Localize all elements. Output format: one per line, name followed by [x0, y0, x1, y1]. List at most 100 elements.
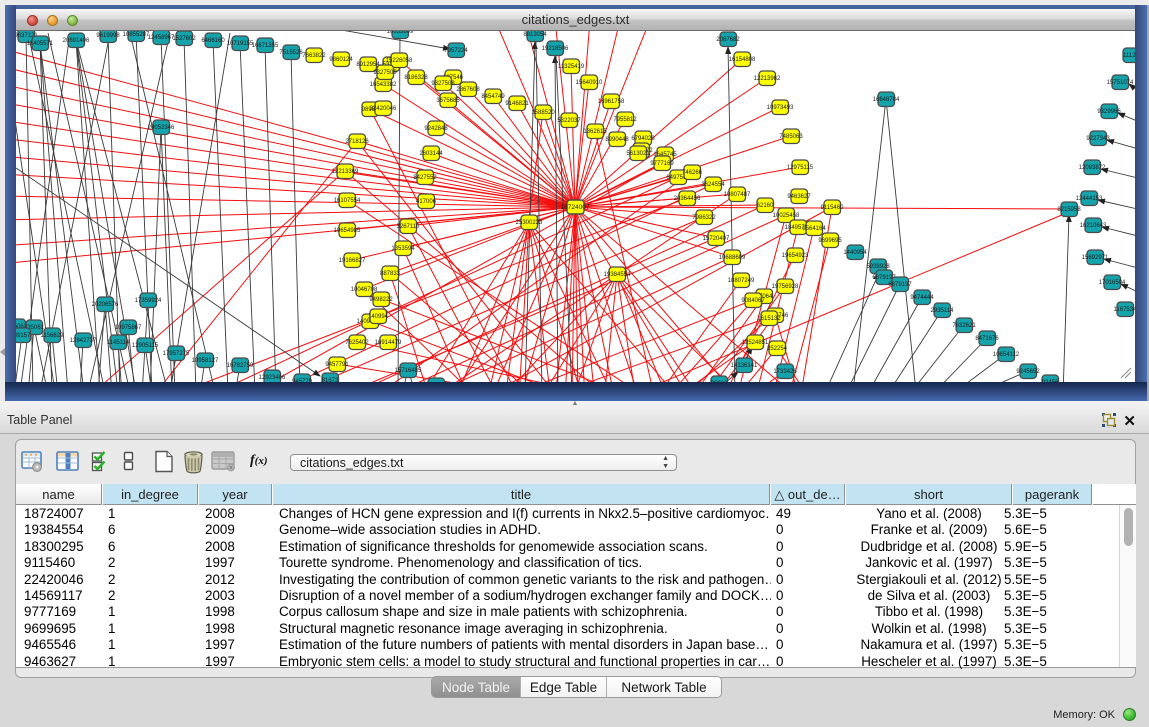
svg-text:1440954: 1440954 — [843, 250, 867, 256]
svg-text:746266: 746266 — [682, 170, 703, 176]
svg-text:140994: 140994 — [368, 314, 389, 320]
svg-text:1588520: 1588520 — [531, 110, 555, 116]
svg-text:12444153: 12444153 — [1076, 196, 1103, 202]
svg-text:12458967: 12458967 — [148, 35, 175, 41]
svg-text:15640910: 15640910 — [576, 80, 603, 86]
svg-text:9474444: 9474444 — [910, 295, 934, 301]
svg-text:1156829: 1156829 — [41, 333, 65, 339]
svg-text:6794028: 6794028 — [631, 136, 655, 142]
svg-text:8471676: 8471676 — [975, 336, 999, 342]
svg-text:2087682: 2087682 — [716, 37, 740, 43]
svg-text:16914479: 16914479 — [375, 340, 402, 346]
svg-text:15226058: 15226058 — [386, 58, 413, 64]
svg-text:16210643: 16210643 — [1080, 223, 1107, 229]
svg-text:1527602: 1527602 — [172, 36, 196, 42]
svg-text:19654923: 19654923 — [782, 253, 809, 259]
svg-text:2867608: 2867608 — [456, 87, 480, 93]
svg-text:9860124: 9860124 — [329, 57, 353, 63]
svg-text:13524851: 13524851 — [742, 340, 769, 346]
svg-text:16648784: 16648784 — [873, 97, 900, 103]
svg-text:17359924: 17359924 — [135, 298, 162, 304]
svg-text:887833: 887833 — [380, 271, 401, 277]
svg-text:7955812: 7955812 — [613, 117, 637, 123]
svg-text:9329966: 9329966 — [1097, 109, 1121, 115]
svg-text:10033809: 10033809 — [387, 31, 414, 35]
svg-text:7986322: 7986322 — [692, 215, 716, 221]
svg-text:1167534: 1167534 — [1114, 307, 1135, 313]
svg-text:8427552: 8427552 — [413, 175, 437, 181]
svg-text:10973493: 10973493 — [767, 105, 794, 111]
svg-text:417006: 417006 — [416, 199, 437, 205]
svg-text:96062: 96062 — [711, 381, 728, 382]
svg-text:2718126: 2718126 — [345, 139, 369, 145]
svg-text:5613021: 5613021 — [626, 151, 650, 157]
svg-text:9463627: 9463627 — [787, 194, 811, 200]
svg-text:10688609: 10688609 — [719, 255, 746, 261]
svg-text:20206576: 20206576 — [92, 302, 119, 308]
svg-text:10046708: 10046708 — [351, 287, 378, 293]
svg-text:14136141: 14136141 — [731, 363, 758, 369]
svg-text:10958127: 10958127 — [192, 358, 219, 364]
svg-text:20364456: 20364456 — [674, 196, 701, 202]
svg-text:9457791: 9457791 — [325, 362, 349, 368]
svg-text:16961758: 16961758 — [598, 99, 625, 105]
svg-text:15751074: 15751074 — [1107, 80, 1134, 86]
svg-text:20691406: 20691406 — [63, 38, 90, 44]
svg-text:92456: 92456 — [1042, 380, 1059, 382]
svg-text:19166827: 19166827 — [339, 258, 366, 264]
svg-text:16782759: 16782759 — [227, 363, 254, 369]
svg-text:8990448: 8990448 — [605, 137, 629, 143]
svg-text:16154808: 16154808 — [729, 57, 756, 63]
svg-text:8215958: 8215958 — [1057, 207, 1081, 213]
svg-text:25300233: 25300233 — [516, 220, 543, 226]
svg-text:1362615: 1362615 — [583, 129, 607, 135]
svg-text:17957275: 17957275 — [163, 351, 190, 357]
svg-text:9227343: 9227343 — [1086, 136, 1110, 142]
svg-text:12213369: 12213369 — [332, 169, 359, 175]
svg-text:1733426: 1733426 — [773, 369, 797, 375]
svg-text:10855287: 10855287 — [123, 32, 150, 38]
svg-text:1353594: 1353594 — [391, 246, 415, 252]
svg-text:16671355: 16671355 — [252, 43, 279, 49]
svg-text:9699695: 9699695 — [818, 238, 842, 244]
svg-text:5322037: 5322037 — [557, 118, 581, 124]
svg-text:10654112: 10654112 — [993, 352, 1020, 358]
svg-text:1615132: 1615132 — [757, 316, 781, 322]
svg-text:20053346: 20053346 — [148, 125, 175, 131]
svg-text:3267110: 3267110 — [397, 224, 421, 230]
svg-text:3675685: 3675685 — [436, 98, 460, 104]
svg-text:81673: 81673 — [322, 378, 339, 382]
svg-text:18807249: 18807249 — [728, 278, 755, 284]
svg-text:7357224: 7357224 — [444, 48, 468, 54]
svg-text:5938928: 5938928 — [866, 264, 890, 270]
svg-text:7485063: 7485063 — [779, 134, 803, 140]
svg-text:9084067: 9084067 — [741, 298, 765, 304]
svg-text:7625402: 7625402 — [345, 340, 369, 346]
svg-text:9498222: 9498222 — [369, 297, 393, 303]
svg-text:11405571: 11405571 — [27, 41, 54, 47]
svg-text:19218506: 19218506 — [542, 46, 569, 52]
svg-text:19756928: 19756928 — [772, 284, 799, 290]
svg-text:1145114: 1145114 — [107, 340, 130, 346]
svg-text:12975115: 12975115 — [787, 165, 814, 171]
svg-text:9327509: 9327509 — [373, 70, 397, 76]
svg-text:19384554: 19384554 — [604, 272, 631, 278]
svg-text:3624554: 3624554 — [701, 182, 725, 188]
svg-text:16543382: 16543382 — [370, 82, 397, 88]
svg-text:12093872: 12093872 — [1079, 165, 1106, 171]
svg-text:9777169: 9777169 — [650, 161, 674, 167]
svg-text:2603144: 2603144 — [419, 151, 443, 157]
svg-text:18724007: 18724007 — [561, 204, 590, 211]
svg-text:62160: 62160 — [757, 203, 774, 209]
svg-text:15716485: 15716485 — [395, 368, 422, 374]
svg-text:19654985: 19654985 — [334, 228, 361, 234]
svg-text:7663822: 7663822 — [302, 53, 326, 59]
svg-text:9242848: 9242848 — [424, 126, 448, 132]
svg-text:10025458: 10025458 — [773, 213, 800, 219]
svg-text:7632621: 7632621 — [952, 323, 976, 329]
svg-text:9619998: 9619998 — [96, 33, 120, 39]
svg-text:39157: 39157 — [16, 333, 31, 339]
svg-text:8454749: 8454749 — [481, 94, 505, 100]
svg-text:22420046: 22420046 — [370, 106, 397, 112]
svg-text:16107554: 16107554 — [334, 198, 361, 204]
